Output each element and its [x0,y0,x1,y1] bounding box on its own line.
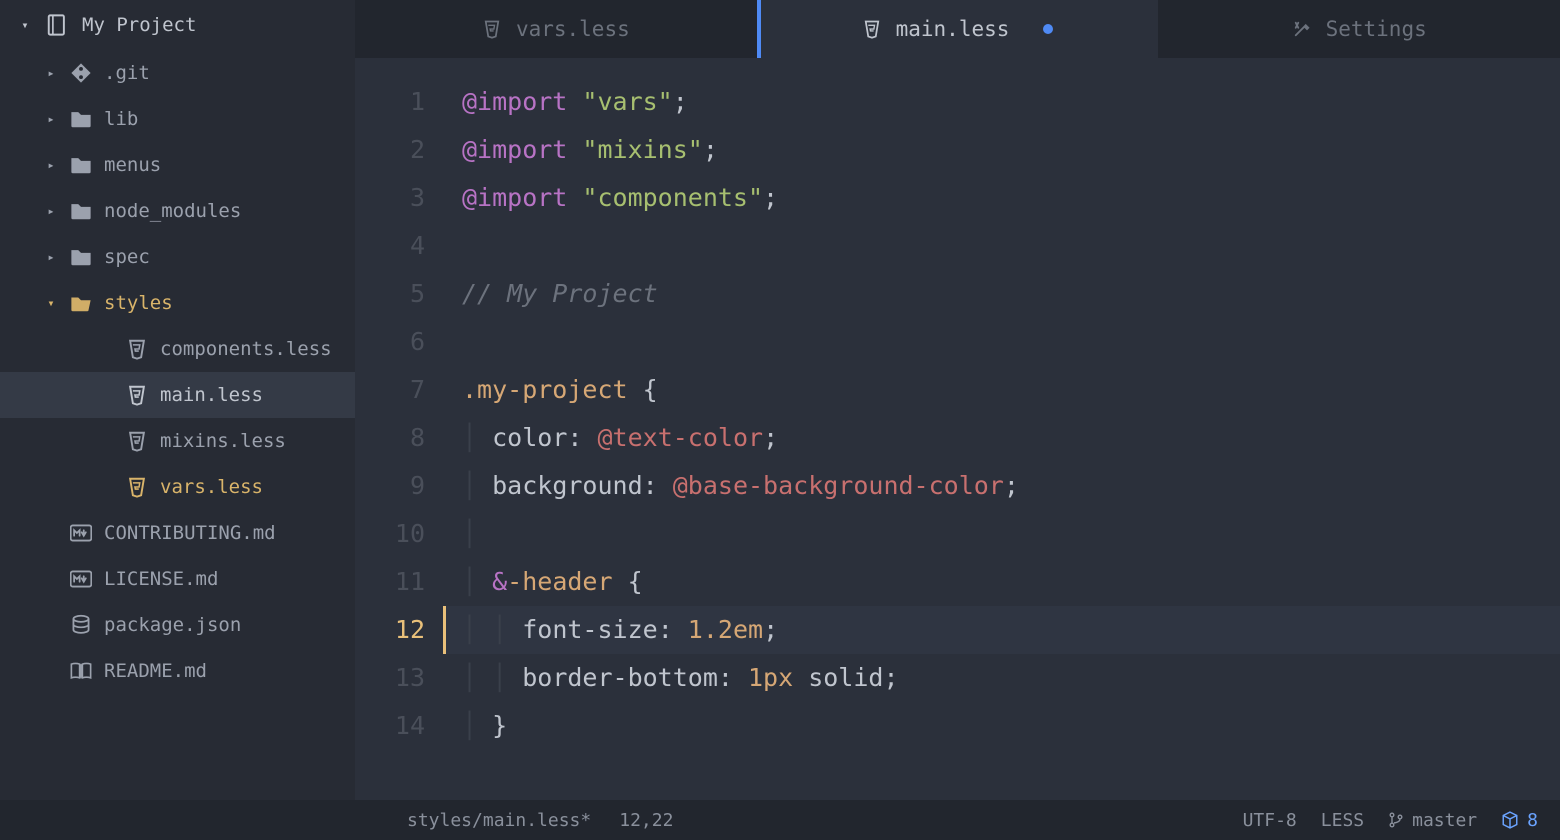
gutter-line: 7 [355,366,425,414]
less-icon [482,19,502,39]
code-line[interactable]: .my-project { [443,366,1560,414]
dirty-indicator-icon [1043,24,1053,34]
gutter: 1234567891011121314 [355,58,443,800]
gutter-line: 6 [355,318,425,366]
gutter-line: 10 [355,510,425,558]
gutter-line: 12 [355,606,425,654]
gutter-line: 11 [355,558,425,606]
code-line[interactable]: @import "components"; [443,174,1560,222]
code-line[interactable]: │ } [443,702,1560,750]
gutter-line: 4 [355,222,425,270]
tab[interactable]: vars.less [355,0,757,58]
code-line[interactable]: // My Project [443,270,1560,318]
gutter-line: 1 [355,78,425,126]
less-icon [862,19,882,39]
gutter-line: 5 [355,270,425,318]
gutter-line: 3 [355,174,425,222]
gutter-line: 9 [355,462,425,510]
tab[interactable]: Settings [1158,0,1560,58]
gutter-line: 13 [355,654,425,702]
code-line[interactable]: │ │ border-bottom: 1px solid; [443,654,1560,702]
tab-label: main.less [896,17,1010,41]
code-line[interactable]: │ [443,510,1560,558]
tab-label: vars.less [516,17,630,41]
tab[interactable]: main.less [757,0,1159,58]
code-line[interactable] [443,222,1560,270]
tab-label: Settings [1326,17,1427,41]
code-line[interactable]: @import "mixins"; [443,126,1560,174]
code-line[interactable]: @import "vars"; [443,78,1560,126]
gutter-line: 2 [355,126,425,174]
code-area[interactable]: @import "vars";@import "mixins";@import … [443,58,1560,800]
code-line[interactable]: │ &-header { [443,558,1560,606]
tab-bar: vars.less main.less Settings [355,0,1560,58]
editor-pane: vars.lessmain.lessSettings 1234567891011… [355,0,1560,800]
code-line[interactable] [443,318,1560,366]
editor[interactable]: 1234567891011121314 @import "vars";@impo… [355,58,1560,800]
code-line[interactable]: │ │ font-size: 1.2em; [443,606,1560,654]
code-line[interactable]: │ color: @text-color; [443,414,1560,462]
gutter-line: 14 [355,702,425,750]
settings-icon [1292,19,1312,39]
gutter-line: 8 [355,414,425,462]
code-line[interactable]: │ background: @base-background-color; [443,462,1560,510]
